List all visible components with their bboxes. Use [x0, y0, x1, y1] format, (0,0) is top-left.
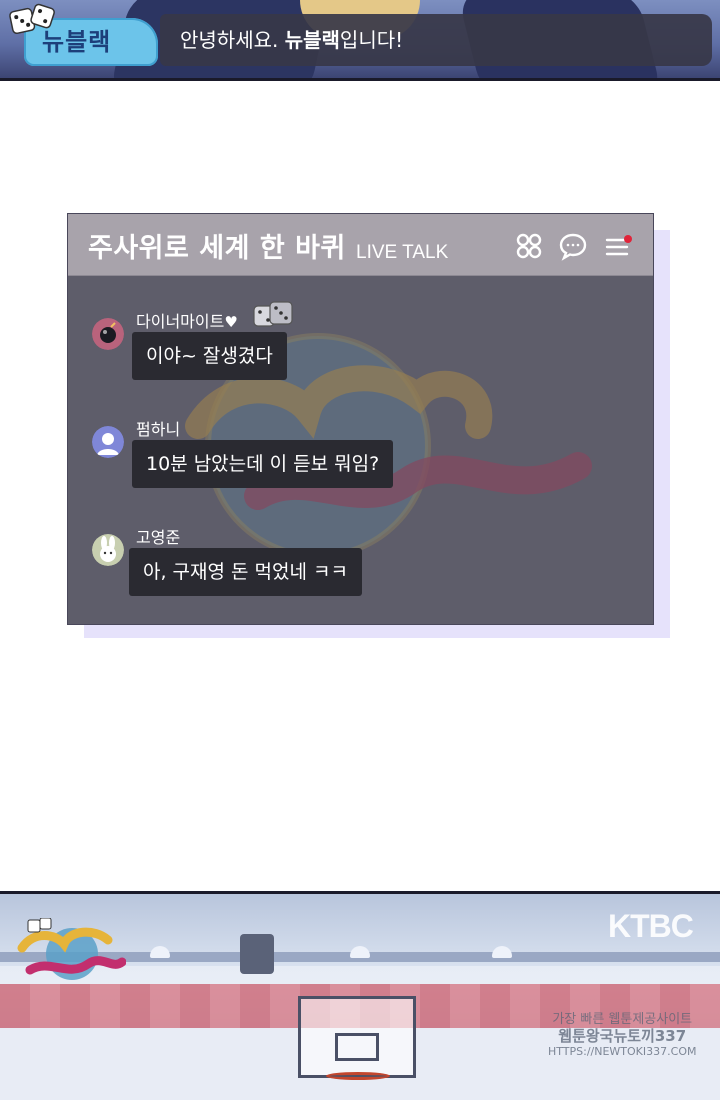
rabbit-avatar [92, 534, 124, 566]
dice-icon [253, 301, 293, 327]
talk-title: 주사위로 세계 한 바퀴 [88, 233, 346, 264]
default-user-avatar [92, 426, 124, 458]
source-stamp: 가장 빠른 웹툰제공사이트 웹툰왕국뉴토끼337 HTTPS://NEWTOKI… [548, 1012, 696, 1060]
chat-bubble: 10분 남았는데 이 듣보 뭐임? [132, 440, 394, 488]
chat-user-name-text: 다이너마이트 [136, 312, 225, 331]
chat-user-name: 다이너마이트♥ [136, 308, 238, 332]
chat-user-name: 펌하니 [136, 420, 181, 439]
talk-subtitle: LIVE TALK [356, 242, 449, 263]
broadcaster-logo: KTBC [608, 908, 694, 944]
intro-bold-name: 뉴블랙 [284, 28, 340, 52]
camera-rig [240, 934, 274, 974]
notification-dot [624, 235, 632, 243]
stamp-line2: 웹툰왕국뉴토끼337 [558, 1027, 687, 1045]
intro-prefix: 안녕하세요. [180, 28, 285, 52]
talk-header: 주사위로 세계 한 바퀴 LIVE TALK [68, 214, 653, 276]
basketball-backboard [298, 996, 416, 1078]
menu-icon[interactable] [602, 231, 632, 261]
stamp-url: HTTPS://NEWTOKI337.COM [548, 1045, 697, 1058]
apps-icon[interactable] [514, 231, 544, 261]
chat-bubble: 아, 구재영 돈 먹었네 ㅋㅋ [129, 548, 362, 596]
show-logo [17, 918, 126, 980]
live-talk-window: 주사위로 세계 한 바퀴 LIVE TALK 다이너마이트♥ 이야~ 잘생겼다 … [67, 213, 654, 625]
chat-user-name: 고영준 [136, 528, 181, 547]
heart-icon: ♥ [224, 313, 238, 331]
bomb-avatar [92, 318, 124, 350]
stamp-line1: 가장 빠른 웹툰제공사이트 [552, 1012, 693, 1027]
intro-caption: 안녕하세요. 뉴블랙입니다! [160, 14, 712, 66]
chat-bubble-icon[interactable] [558, 231, 588, 261]
talk-message-list: 다이너마이트♥ 이야~ 잘생겼다 펌하니 10분 남았는데 이 듣보 뭐임? 고… [68, 276, 653, 624]
panel-border-top [0, 78, 720, 81]
arena-scene-background: KTBC 가장 빠른 웹툰제공사이트 웹툰왕국뉴토끼337 HTTPS://NE… [0, 894, 720, 1100]
intro-suffix: 입니다! [339, 28, 404, 52]
chat-bubble: 이야~ 잘생겼다 [132, 332, 287, 380]
basketball-rim [326, 1072, 390, 1080]
dice-icon [9, 3, 55, 35]
